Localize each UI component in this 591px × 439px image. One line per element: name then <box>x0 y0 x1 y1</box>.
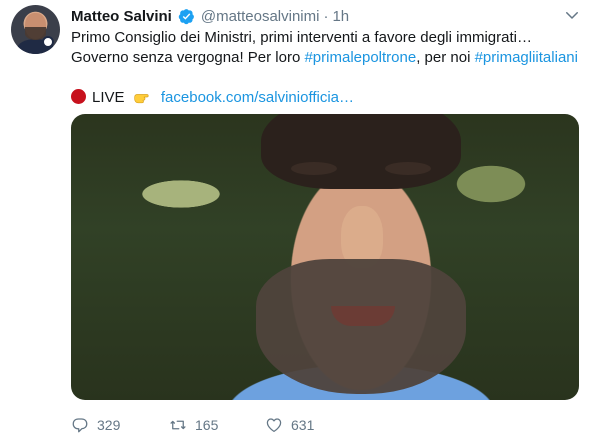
red-circle-icon <box>71 89 86 104</box>
like-count: 631 <box>291 417 315 433</box>
hashtag-primagliitaliani[interactable]: #primagliitaliani <box>475 49 578 66</box>
tweet-actions: 329 165 631 <box>71 414 391 436</box>
like-action[interactable]: 631 <box>265 416 359 434</box>
tweet-time[interactable]: 1h <box>332 8 349 25</box>
tweet-line-3: LIVE facebook.com/salviniofficia… <box>71 88 581 108</box>
line-2-prefix: Governo senza vergogna! Per loro <box>71 49 305 66</box>
author-handle[interactable]: @matteosalvinimi <box>201 8 320 25</box>
tweet-line-2: Governo senza vergogna! Per loro #primal… <box>71 48 581 68</box>
video-eye-right <box>385 162 431 175</box>
avatar-badge-icon <box>42 36 54 48</box>
video-hair <box>261 114 461 189</box>
retweet-count: 165 <box>195 417 219 433</box>
header-separator: · <box>323 7 329 25</box>
video-mouth <box>331 306 395 326</box>
author-name[interactable]: Matteo Salvini <box>71 8 172 25</box>
chevron-down-icon[interactable] <box>563 6 581 24</box>
video-preview[interactable] <box>71 114 579 400</box>
retweet-icon <box>170 420 186 430</box>
author-avatar[interactable] <box>11 5 60 54</box>
retweet-action[interactable]: 165 <box>169 416 265 434</box>
tweet-header: Matteo Salvini @matteosalvinimi · 1h <box>71 6 349 26</box>
tweet-line-1: Primo Consiglio dei Ministri, primi inte… <box>71 29 532 46</box>
verified-badge-icon <box>178 8 195 25</box>
reply-icon <box>72 418 88 433</box>
line-2-middle: , per noi <box>416 49 475 66</box>
video-eye-left <box>291 162 337 175</box>
video-beard <box>256 259 466 394</box>
tweet-text: Primo Consiglio dei Ministri, primi inte… <box>71 28 581 108</box>
hashtag-primalepoltrone[interactable]: #primalepoltrone <box>304 49 416 66</box>
reply-action[interactable]: 329 <box>71 416 169 434</box>
pointing-hand-icon <box>134 94 149 104</box>
heart-icon <box>266 418 282 433</box>
facebook-link[interactable]: facebook.com/salviniofficia… <box>161 89 354 106</box>
live-label: LIVE <box>92 89 125 106</box>
reply-count: 329 <box>97 417 121 433</box>
